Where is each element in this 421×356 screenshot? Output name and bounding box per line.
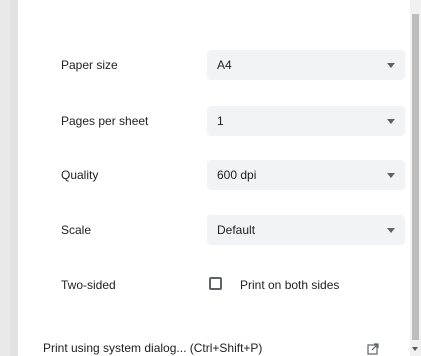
chevron-down-icon: [387, 119, 395, 124]
pages-per-sheet-label: Pages per sheet: [61, 114, 149, 128]
scale-value: Default: [217, 223, 256, 237]
scale-select[interactable]: Default: [207, 215, 405, 245]
paper-size-value: A4: [217, 58, 232, 72]
chevron-down-icon: [387, 173, 395, 178]
pages-per-sheet-row: Pages per sheet 1: [18, 106, 410, 136]
quality-value: 600 dpi: [217, 168, 257, 182]
chevron-down-icon: [387, 228, 395, 233]
quality-select[interactable]: 600 dpi: [207, 160, 405, 190]
pages-per-sheet-value: 1: [217, 114, 224, 128]
print-settings-frame: Paper size A4 Pages per sheet 1 Quality …: [0, 0, 421, 356]
open-in-new-icon[interactable]: [367, 343, 379, 355]
quality-label: Quality: [61, 168, 99, 182]
two-sided-label: Two-sided: [61, 278, 116, 292]
paper-size-row: Paper size A4: [18, 50, 410, 80]
print-both-sides-label[interactable]: Print on both sides: [240, 270, 339, 300]
system-dialog-link[interactable]: Print using system dialog... (Ctrl+Shift…: [43, 340, 262, 356]
two-sided-row: Two-sided Print on both sides: [18, 270, 410, 300]
scale-row: Scale Default: [18, 215, 410, 245]
paper-size-select[interactable]: A4: [207, 50, 405, 80]
pages-per-sheet-select[interactable]: 1: [207, 106, 405, 136]
scale-label: Scale: [61, 223, 92, 237]
left-gutter: [0, 0, 10, 356]
left-shadow: [10, 0, 18, 356]
quality-row: Quality 600 dpi: [18, 160, 410, 190]
scrollbar-thumb[interactable]: [412, 14, 419, 340]
print-both-sides-checkbox[interactable]: [209, 277, 222, 290]
scroll-down-arrow-icon[interactable]: [412, 347, 418, 351]
chevron-down-icon: [387, 63, 395, 68]
paper-size-label: Paper size: [61, 58, 118, 72]
